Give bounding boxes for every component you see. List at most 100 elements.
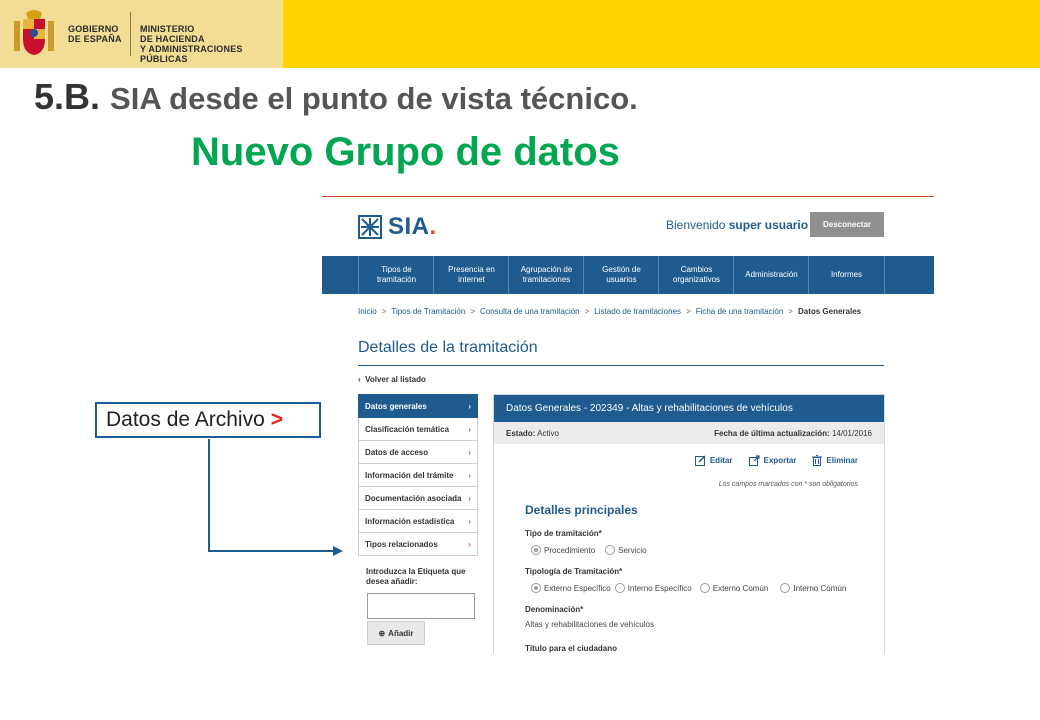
denominacion-label: Denominación* <box>525 605 584 614</box>
radio-label: Servicio <box>618 545 647 555</box>
breadcrumb-separator: > <box>788 307 793 316</box>
nav-cambios-organizativos[interactable]: Cambios organizativos <box>658 256 734 294</box>
breadcrumb-link-inicio[interactable]: Inicio <box>358 307 377 316</box>
chevron-right-icon: › <box>468 424 471 434</box>
radio-label: Procedimiento <box>544 545 596 555</box>
nav-informes[interactable]: Informes <box>808 256 885 294</box>
radio-externo-comun[interactable]: Externo Común <box>699 583 768 593</box>
updated-label: Fecha de última actualización: <box>714 428 830 438</box>
nav-line: tramitaciones <box>522 275 571 284</box>
radio-selected-icon <box>531 545 541 555</box>
breadcrumb-link-consulta[interactable]: Consulta de una tramitación <box>480 307 580 316</box>
sidebar-item-informacion-estadistica[interactable]: Información estadística › <box>358 510 478 533</box>
sidebar-item-label: Datos de acceso <box>365 447 429 457</box>
nav-line: Presencia en <box>448 265 495 274</box>
radio-empty-icon <box>614 583 625 593</box>
tipologia-tramitacion-radios: Externo Específico Interno Específico Ex… <box>531 583 846 593</box>
main-navigation: Tipos de tramitación Presencia en internet… <box>322 256 934 294</box>
chevron-right-icon: › <box>468 539 471 549</box>
tipologia-tramitacion-label: Tipología de Tramitación* <box>525 567 623 576</box>
sidebar-item-informacion-tramite[interactable]: Información del trámite › <box>358 464 478 487</box>
sia-logo-dot: . <box>429 213 437 240</box>
radio-externo-especifico[interactable]: Externo Específico <box>531 583 611 593</box>
page-heading: Detalles de la tramitación <box>358 339 538 356</box>
titulo-ciudadano-label: Título para el ciudadano <box>525 644 618 653</box>
nav-line: Cambios <box>680 265 713 274</box>
status-bar: Estado: Activo Fecha de última actualiza… <box>494 422 884 444</box>
chevron-right-icon: › <box>468 447 471 457</box>
radio-label: Interno Común <box>793 583 847 593</box>
sia-logo[interactable]: SIA. <box>358 213 437 241</box>
radio-empty-icon <box>780 583 791 593</box>
nav-gestion-usuarios[interactable]: Gestión de usuarios <box>583 256 659 294</box>
nav-line: Tipos de <box>381 265 412 274</box>
sidebar-item-datos-generales[interactable]: Datos generales › <box>358 394 478 418</box>
add-tag-button[interactable]: ⊕ Añadir <box>367 621 425 645</box>
slide-title-text: SIA desde el punto de vista técnico. <box>110 81 638 116</box>
tag-input[interactable] <box>367 593 475 619</box>
chevron-right-icon: › <box>468 493 471 503</box>
breadcrumb-separator: > <box>584 307 590 316</box>
edit-button[interactable]: Editar <box>694 455 733 466</box>
nav-agrupacion-tramitaciones[interactable]: Agrupación de tramitaciones <box>508 256 584 294</box>
sia-logo-icon <box>358 215 382 239</box>
nav-line: tramitación <box>376 275 417 284</box>
chevron-right-icon: › <box>468 401 471 411</box>
sidebar-item-label: Documentación asociada <box>365 493 462 503</box>
sidebar-item-label: Información del trámite <box>365 470 454 480</box>
ministry-logo-area: GOBIERNO DE ESPAÑA MINISTERIO DE HACIEND… <box>0 0 283 68</box>
nav-line: Agrupación de <box>520 265 573 274</box>
required-fields-note: Los campos marcados con * son obligatori… <box>718 481 858 488</box>
detail-header: Datos Generales - 202349 - Altas y rehab… <box>494 395 884 422</box>
nav-presencia-internet[interactable]: Presencia en internet <box>433 256 509 294</box>
breadcrumb-separator: > <box>470 307 475 316</box>
callout-text: Datos de Archivo <box>106 408 265 431</box>
radio-servicio[interactable]: Servicio <box>605 545 647 555</box>
radio-selected-icon <box>531 583 541 593</box>
trash-icon <box>812 455 823 466</box>
gov-line-2: DE ESPAÑA <box>68 34 122 44</box>
sidebar-item-tipos-relacionados[interactable]: Tipos relacionados › <box>358 533 478 556</box>
tipo-tramitacion-label: Tipo de tramitación* <box>525 529 602 538</box>
export-icon <box>748 455 760 466</box>
slide-title: 5.B. SIA desde el punto de vista técnico… <box>34 76 638 118</box>
breadcrumb-separator: > <box>381 307 387 316</box>
add-tag-label: Añadir <box>388 628 414 638</box>
radio-interno-especifico[interactable]: Interno Específico <box>614 583 692 593</box>
ministry-line-1: MINISTERIO <box>140 24 195 34</box>
breadcrumb-current: Datos Generales <box>797 307 862 316</box>
delete-button[interactable]: Eliminar <box>812 455 858 466</box>
sidebar-item-documentacion-asociada[interactable]: Documentación asociada › <box>358 487 478 510</box>
sia-logo-text: SIA. <box>388 213 437 241</box>
radio-empty-icon <box>605 545 616 555</box>
add-circle-icon: ⊕ <box>378 628 386 638</box>
back-to-list-link[interactable]: ‹ Volver al listado <box>358 375 426 384</box>
slide-title-number: 5.B. <box>34 76 101 117</box>
nav-line: usuarios <box>606 275 637 284</box>
breadcrumb-link-tipos[interactable]: Tipos de Tramitación <box>391 307 465 316</box>
sidebar-item-label: Datos generales <box>365 401 427 411</box>
nav-line: internet <box>458 275 485 284</box>
breadcrumb-link-ficha[interactable]: Ficha de una tramitación <box>696 307 784 316</box>
radio-label: Interno Específico <box>627 583 692 593</box>
detail-actions: Editar Exportar Eliminar <box>694 455 858 466</box>
sidebar-item-label: Tipos relacionados <box>365 539 438 549</box>
nav-tipos-tramitacion[interactable]: Tipos de tramitación <box>358 256 434 294</box>
coat-of-arms-icon <box>14 10 54 55</box>
radio-interno-comun[interactable]: Interno Común <box>780 583 846 593</box>
export-button[interactable]: Exportar <box>748 455 796 466</box>
nav-administracion[interactable]: Administración <box>733 256 809 294</box>
sidebar-item-datos-acceso[interactable]: Datos de acceso › <box>358 441 478 464</box>
welcome-user: super usuario <box>728 218 809 232</box>
breadcrumb-link-listado[interactable]: Listado de tramitaciones <box>594 307 681 316</box>
back-label: Volver al listado <box>365 375 426 384</box>
callout-marker: > <box>270 408 284 431</box>
updated-value: 14/01/2016 <box>831 428 872 438</box>
edit-label: Editar <box>709 456 733 465</box>
radio-label: Externo Específico <box>544 583 611 593</box>
slide-subtitle: Nuevo Grupo de datos <box>191 130 620 174</box>
logout-button[interactable]: Desconectar <box>810 212 884 237</box>
radio-procedimiento[interactable]: Procedimiento <box>531 545 595 555</box>
sidebar-item-clasificacion-tematica[interactable]: Clasificación temática › <box>358 418 478 441</box>
denominacion-value: Altas y rehabilitaciones de vehículos <box>525 620 654 629</box>
